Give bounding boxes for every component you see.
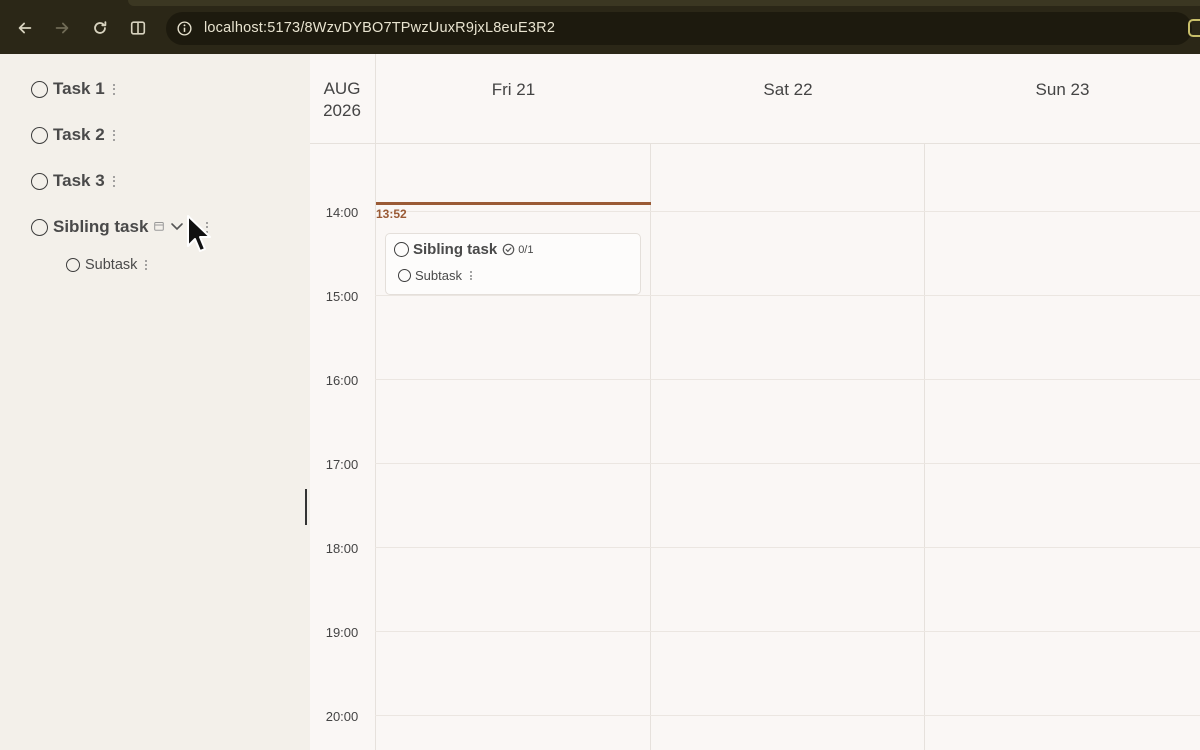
hour-line bbox=[375, 211, 1200, 212]
hour-line bbox=[375, 379, 1200, 380]
address-bar[interactable]: localhost:5173/8WzvDYBO7TPwzUuxR9jxL8euE… bbox=[166, 12, 1192, 45]
hour-line bbox=[375, 463, 1200, 464]
time-gutter-divider bbox=[375, 54, 376, 750]
column-divider bbox=[924, 144, 925, 750]
year-label: 2026 bbox=[323, 101, 361, 120]
task-item[interactable]: Task 1 bbox=[31, 79, 115, 99]
reload-button[interactable] bbox=[88, 16, 112, 40]
calendar-header: AUG 2026 Fri 21 Sat 22 Sun 23 bbox=[310, 54, 1200, 144]
task-item[interactable]: Task 2 bbox=[31, 125, 115, 145]
time-label: 15:00 bbox=[325, 289, 359, 304]
more-options-icon[interactable] bbox=[112, 83, 115, 95]
site-info-icon[interactable] bbox=[176, 20, 193, 37]
day-header-sun[interactable]: Sun 23 bbox=[925, 80, 1200, 100]
task-checkbox[interactable] bbox=[31, 218, 48, 236]
back-button[interactable] bbox=[13, 16, 37, 40]
current-time-label: 13:52 bbox=[376, 207, 407, 221]
task-checkbox[interactable] bbox=[31, 80, 48, 98]
task-item[interactable]: Sibling task bbox=[31, 217, 209, 237]
calendar-event[interactable]: Sibling task 0/1 Subtask bbox=[385, 233, 641, 295]
hour-line bbox=[375, 547, 1200, 548]
browser-toolbar: localhost:5173/8WzvDYBO7TPwzUuxR9jxL8euE… bbox=[0, 0, 1200, 54]
arrow-right-icon bbox=[55, 22, 69, 34]
more-options-icon[interactable] bbox=[112, 175, 115, 187]
event-title: Sibling task bbox=[413, 241, 498, 258]
time-label: 16:00 bbox=[325, 373, 359, 388]
month-year-label: AUG 2026 bbox=[310, 78, 374, 122]
time-label: 18:00 bbox=[325, 541, 359, 556]
more-options-icon[interactable] bbox=[112, 129, 115, 141]
task-sidebar: Task 1 Task 2 Task 3 Sibling task Subtas… bbox=[0, 54, 310, 750]
tab-strip bbox=[128, 0, 1200, 6]
event-subtask-checkbox[interactable] bbox=[398, 269, 411, 282]
subtask-label: Subtask bbox=[85, 257, 138, 273]
split-view-button[interactable] bbox=[126, 16, 150, 40]
task-item[interactable]: Task 3 bbox=[31, 171, 115, 191]
forward-button[interactable] bbox=[50, 16, 74, 40]
day-header-sat[interactable]: Sat 22 bbox=[651, 80, 925, 100]
calendar-view: AUG 2026 Fri 21 Sat 22 Sun 23 14:00 15:0… bbox=[310, 54, 1200, 750]
task-checkbox[interactable] bbox=[31, 126, 48, 144]
task-label: Sibling task bbox=[53, 217, 149, 236]
url-text: localhost:5173/8WzvDYBO7TPwzUuxR9jxL8euE… bbox=[204, 20, 556, 36]
hour-line bbox=[375, 295, 1200, 296]
task-checkbox[interactable] bbox=[31, 172, 48, 190]
extension-icon[interactable] bbox=[1188, 19, 1200, 37]
subtask-item[interactable]: Subtask bbox=[66, 257, 148, 273]
hour-line bbox=[375, 715, 1200, 716]
mouse-cursor-icon bbox=[187, 215, 211, 252]
hour-line bbox=[375, 631, 1200, 632]
event-checkbox[interactable] bbox=[394, 242, 409, 257]
chevron-down-icon[interactable] bbox=[170, 221, 184, 233]
check-circle-icon bbox=[502, 243, 515, 256]
event-subtask-label: Subtask bbox=[415, 268, 462, 283]
more-options-icon[interactable] bbox=[469, 271, 472, 280]
split-view-icon bbox=[130, 21, 146, 35]
task-label: Task 3 bbox=[53, 171, 105, 190]
subtask-checkbox[interactable] bbox=[66, 258, 80, 272]
column-divider bbox=[650, 144, 651, 750]
task-label: Task 2 bbox=[53, 125, 105, 144]
current-time-line bbox=[376, 202, 651, 205]
time-label: 19:00 bbox=[325, 625, 359, 640]
more-options-icon[interactable] bbox=[145, 260, 148, 270]
time-label: 14:00 bbox=[325, 205, 359, 220]
calendar-icon[interactable] bbox=[154, 221, 165, 234]
subtask-progress: 0/1 bbox=[518, 243, 534, 256]
time-label: 17:00 bbox=[325, 457, 359, 472]
arrow-left-icon bbox=[18, 22, 32, 34]
month-label: AUG bbox=[323, 79, 361, 98]
reload-icon bbox=[94, 21, 107, 34]
time-label: 20:00 bbox=[325, 709, 359, 724]
day-header-fri[interactable]: Fri 21 bbox=[376, 80, 651, 100]
task-label: Task 1 bbox=[53, 79, 105, 98]
